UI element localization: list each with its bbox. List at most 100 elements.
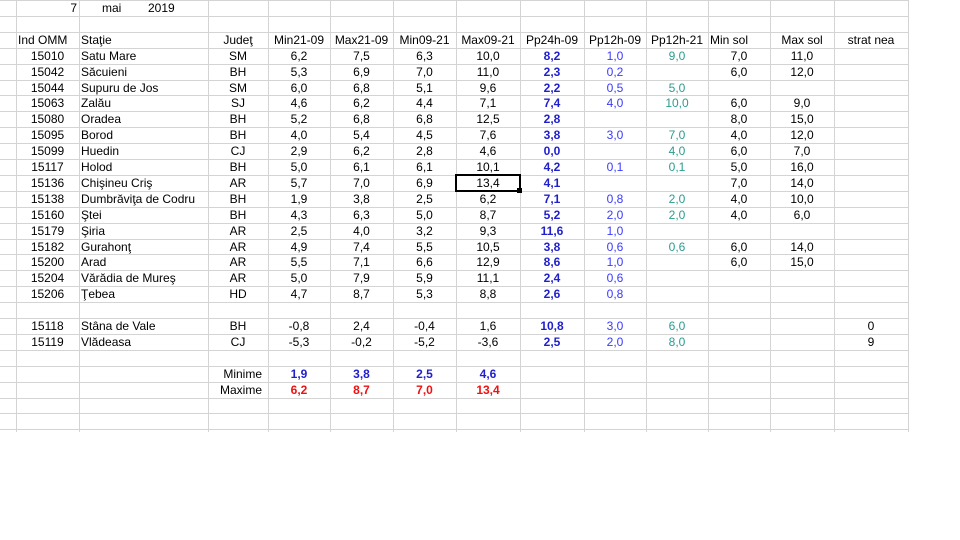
- table-cell[interactable]: Borod: [79, 127, 208, 143]
- header-4[interactable]: Max21-09: [330, 32, 393, 48]
- table-cell[interactable]: 6,0: [708, 143, 770, 159]
- table-cell[interactable]: Supuru de Jos: [79, 80, 208, 96]
- table-cell[interactable]: 6,0: [268, 80, 330, 96]
- summary-max-value[interactable]: 6,2: [268, 382, 330, 398]
- table-cell[interactable]: BH: [208, 191, 268, 207]
- date-day-cell[interactable]: 7: [16, 0, 79, 16]
- table-cell[interactable]: 3,8: [520, 127, 584, 143]
- table-cell[interactable]: [708, 286, 770, 302]
- table-cell[interactable]: [834, 95, 908, 111]
- table-cell[interactable]: 9: [834, 334, 908, 350]
- table-cell[interactable]: [834, 64, 908, 80]
- table-cell[interactable]: 6,9: [330, 64, 393, 80]
- table-cell[interactable]: 10,0: [646, 95, 708, 111]
- table-cell[interactable]: BH: [208, 318, 268, 334]
- table-cell[interactable]: [834, 175, 908, 191]
- table-cell[interactable]: 3,0: [584, 127, 646, 143]
- table-cell[interactable]: 6,0: [708, 95, 770, 111]
- table-cell[interactable]: [770, 270, 834, 286]
- table-cell[interactable]: [708, 80, 770, 96]
- summary-min-value[interactable]: 4,6: [456, 366, 520, 382]
- table-cell[interactable]: 5,0: [646, 80, 708, 96]
- table-cell[interactable]: [834, 239, 908, 255]
- table-cell[interactable]: 2,6: [520, 286, 584, 302]
- table-cell[interactable]: 2,0: [584, 334, 646, 350]
- table-cell[interactable]: 0,6: [646, 239, 708, 255]
- table-cell[interactable]: 8,8: [456, 286, 520, 302]
- table-cell[interactable]: -0,8: [268, 318, 330, 334]
- table-cell[interactable]: [770, 286, 834, 302]
- table-cell[interactable]: Săcuieni: [79, 64, 208, 80]
- table-cell[interactable]: 12,0: [770, 127, 834, 143]
- summary-min-value[interactable]: 1,9: [268, 366, 330, 382]
- table-cell[interactable]: 7,1: [456, 95, 520, 111]
- table-cell[interactable]: 7,1: [330, 254, 393, 270]
- table-cell[interactable]: 11,0: [770, 48, 834, 64]
- table-cell[interactable]: 0,1: [584, 159, 646, 175]
- table-cell[interactable]: 7,0: [393, 64, 456, 80]
- table-cell[interactable]: 15,0: [770, 254, 834, 270]
- table-cell[interactable]: 0: [834, 318, 908, 334]
- table-cell[interactable]: 15138: [16, 191, 79, 207]
- table-cell[interactable]: 1,0: [584, 254, 646, 270]
- table-cell[interactable]: Arad: [79, 254, 208, 270]
- table-cell[interactable]: 6,0: [770, 207, 834, 223]
- header-5[interactable]: Min09-21: [393, 32, 456, 48]
- table-cell[interactable]: Satu Mare: [79, 48, 208, 64]
- table-cell[interactable]: 0,5: [584, 80, 646, 96]
- table-cell[interactable]: 8,0: [708, 111, 770, 127]
- table-cell[interactable]: 15118: [16, 318, 79, 334]
- table-cell[interactable]: 2,4: [330, 318, 393, 334]
- table-cell[interactable]: 0,8: [584, 286, 646, 302]
- table-cell[interactable]: 6,1: [393, 159, 456, 175]
- table-cell[interactable]: 15160: [16, 207, 79, 223]
- header-6[interactable]: Max09-21: [456, 32, 520, 48]
- table-cell[interactable]: [834, 254, 908, 270]
- table-cell[interactable]: 6,3: [393, 48, 456, 64]
- table-cell[interactable]: 15095: [16, 127, 79, 143]
- header-9[interactable]: Pp12h-21: [646, 32, 708, 48]
- table-cell[interactable]: 8,2: [520, 48, 584, 64]
- summary-max-label[interactable]: Maxime: [204, 382, 264, 398]
- table-cell[interactable]: 4,7: [268, 286, 330, 302]
- table-cell[interactable]: 5,1: [393, 80, 456, 96]
- table-cell[interactable]: [708, 270, 770, 286]
- table-cell[interactable]: HD: [208, 286, 268, 302]
- table-cell[interactable]: 5,4: [330, 127, 393, 143]
- table-cell[interactable]: 6,8: [393, 111, 456, 127]
- table-cell[interactable]: 3,8: [520, 239, 584, 255]
- table-cell[interactable]: 7,5: [330, 48, 393, 64]
- table-cell[interactable]: 6,8: [330, 111, 393, 127]
- table-cell[interactable]: 7,0: [708, 175, 770, 191]
- table-cell[interactable]: 7,4: [520, 95, 584, 111]
- table-cell[interactable]: AR: [208, 175, 268, 191]
- table-cell[interactable]: 0,1: [646, 159, 708, 175]
- table-cell[interactable]: 6,2: [330, 143, 393, 159]
- table-cell[interactable]: 6,2: [268, 48, 330, 64]
- table-cell[interactable]: 7,0: [646, 127, 708, 143]
- table-cell[interactable]: 15044: [16, 80, 79, 96]
- table-cell[interactable]: [708, 334, 770, 350]
- table-cell[interactable]: 5,0: [268, 270, 330, 286]
- table-cell[interactable]: 1,6: [456, 318, 520, 334]
- table-cell[interactable]: [834, 223, 908, 239]
- table-cell[interactable]: Vlădeasa: [79, 334, 208, 350]
- table-cell[interactable]: 14,0: [770, 239, 834, 255]
- table-cell[interactable]: 6,8: [330, 80, 393, 96]
- table-cell[interactable]: 8,7: [330, 286, 393, 302]
- table-cell[interactable]: 3,2: [393, 223, 456, 239]
- table-cell[interactable]: 5,0: [393, 207, 456, 223]
- table-cell[interactable]: 8,0: [646, 334, 708, 350]
- table-cell[interactable]: 6,0: [708, 254, 770, 270]
- table-cell[interactable]: [646, 64, 708, 80]
- table-cell[interactable]: 6,1: [330, 159, 393, 175]
- table-cell[interactable]: 15206: [16, 286, 79, 302]
- table-cell[interactable]: [646, 286, 708, 302]
- table-cell[interactable]: [834, 143, 908, 159]
- table-cell[interactable]: 15010: [16, 48, 79, 64]
- table-cell[interactable]: 4,0: [584, 95, 646, 111]
- table-cell[interactable]: [646, 270, 708, 286]
- table-cell[interactable]: [834, 127, 908, 143]
- table-cell[interactable]: [834, 80, 908, 96]
- table-cell[interactable]: 15063: [16, 95, 79, 111]
